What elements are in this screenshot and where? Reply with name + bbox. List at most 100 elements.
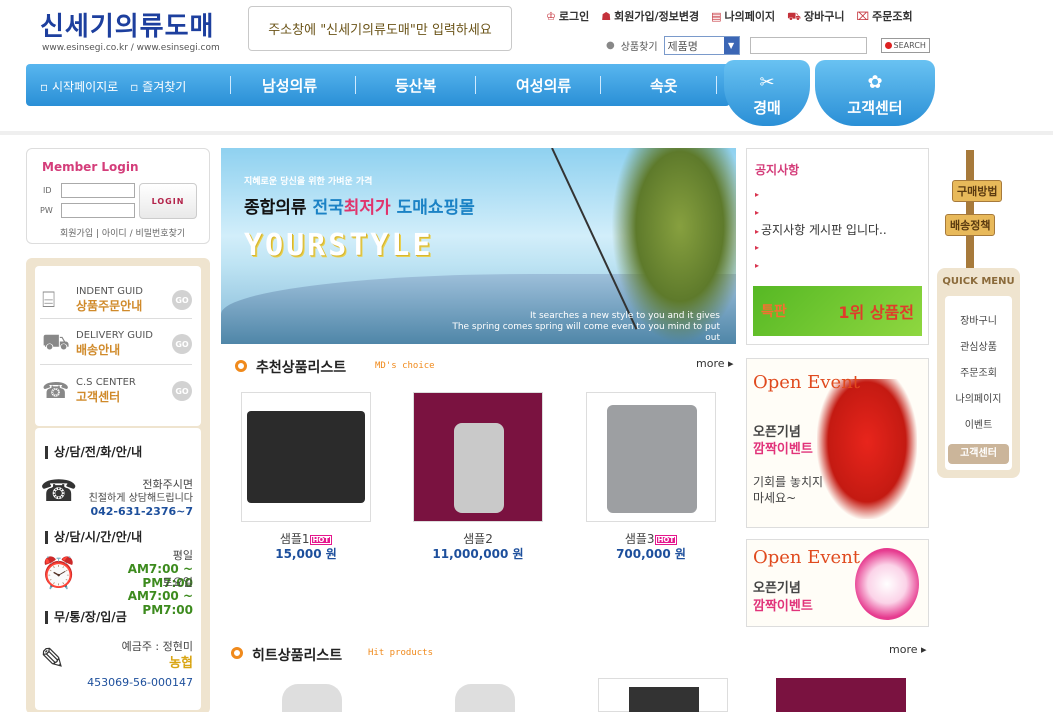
- nav-men[interactable]: 남성의류: [262, 75, 317, 96]
- nav-bookmark[interactable]: ▫ 즐겨찾기: [130, 78, 186, 95]
- search-row: ● 상품찾기 제품명 ▼ SEARCH: [606, 36, 930, 55]
- notice-item[interactable]: ▸: [755, 239, 761, 253]
- phone-number: 042-631-2376~7: [90, 505, 193, 518]
- notice-item[interactable]: ▸: [755, 257, 761, 271]
- product-shape: [454, 423, 504, 513]
- product-price: 15,000 원: [275, 547, 337, 561]
- nav-divider: [475, 76, 476, 94]
- phone-icon: ☎: [42, 378, 70, 404]
- hot-badge: HOT: [309, 534, 333, 545]
- more-label: more: [889, 643, 918, 656]
- hit-product-image[interactable]: [598, 678, 728, 712]
- tab-auction-label: 경매: [753, 99, 781, 117]
- weekday-label: 평일: [172, 549, 193, 562]
- promo-left: 특판: [761, 304, 787, 320]
- quick-item-wishlist[interactable]: 관심상품: [945, 338, 1012, 353]
- quick-item-event[interactable]: 이벤트: [945, 416, 1012, 431]
- sign-how-to-buy[interactable]: 구매방법: [952, 180, 1003, 202]
- guide-en: DELIVERY GUID: [76, 330, 154, 341]
- promo-right: 1위 상품전: [838, 303, 914, 322]
- guide-en: INDENT GUID: [76, 286, 143, 297]
- nav-utility: ▫ 시작페이지로 ▫ 즐겨찾기: [40, 78, 186, 95]
- headline-part: 도매쇼핑몰: [390, 198, 475, 218]
- guide-item-delivery[interactable]: ⛟ DELIVERY GUID 배송안내 GO: [42, 330, 192, 358]
- sign-delivery-policy[interactable]: 배송정책: [945, 214, 996, 236]
- top-menu-order[interactable]: ⌧ 주문조회: [856, 8, 912, 25]
- tab-auction[interactable]: ✂ 경매: [724, 60, 810, 126]
- event-line: 깜짝이벤트: [753, 442, 813, 457]
- truck-icon: ⛟: [42, 330, 70, 355]
- product-image[interactable]: [586, 392, 716, 522]
- recommend-more-link[interactable]: more ▸: [696, 357, 734, 370]
- login-button[interactable]: LOGIN: [139, 183, 197, 219]
- id-field[interactable]: [61, 183, 135, 198]
- guide-item-cs[interactable]: ☎ C.S CENTER 고객센터 GO: [42, 377, 192, 405]
- jacket-image: [817, 379, 917, 519]
- headline-part: 전국: [312, 198, 344, 218]
- go-button[interactable]: GO: [172, 290, 192, 310]
- event-line: 마세요~: [753, 491, 797, 505]
- more-label: more: [696, 357, 725, 370]
- top-menu-mypage[interactable]: ▤ 나의페이지: [711, 8, 775, 25]
- product-shape: [607, 405, 697, 513]
- go-button[interactable]: GO: [172, 334, 192, 354]
- arrow-icon: ▸: [755, 261, 760, 270]
- nav-home[interactable]: ▫ 시작페이지로: [40, 78, 118, 95]
- login-links[interactable]: 회원가입 | 아이디 / 비밀번호찾기: [60, 226, 185, 239]
- header-divider: [0, 131, 1053, 135]
- account-number: 453069-56-000147: [87, 676, 193, 689]
- quick-item-cart[interactable]: 장바구니: [945, 312, 1012, 327]
- notice-item[interactable]: ▸: [755, 204, 761, 218]
- search-type-select[interactable]: 제품명 ▼: [663, 36, 740, 55]
- book-icon: ▤: [711, 10, 722, 23]
- notice-item[interactable]: ▸ 공지사항 게시판 입니다..: [755, 221, 887, 238]
- promo-banner[interactable]: 특판 1위 상품전: [753, 286, 922, 336]
- search-button-label: SEARCH: [893, 41, 926, 50]
- search-label: 상품찾기: [620, 42, 658, 53]
- top-menu-join[interactable]: ☗ 회원가입/정보변경: [601, 8, 699, 25]
- search-input[interactable]: [749, 37, 867, 54]
- password-field[interactable]: [61, 203, 135, 218]
- guide-kr: 고객센터: [76, 390, 121, 404]
- banner-headline: 종합의류 전국최저가 도매쇼핑몰: [244, 193, 475, 218]
- hit-more-link[interactable]: more ▸: [889, 643, 927, 656]
- address-notice: 주소창에 "신세기의류도매"만 입력하세요: [248, 6, 512, 51]
- notice-item[interactable]: ▸: [755, 186, 761, 200]
- event-title: Open Event: [753, 547, 861, 568]
- event-line: 오픈기념: [753, 425, 801, 440]
- hit-product-image[interactable]: [776, 678, 906, 712]
- clock-icon: ⏰: [40, 556, 78, 591]
- hit-product-image[interactable]: [282, 684, 342, 712]
- product-image[interactable]: [413, 392, 543, 522]
- tab-customer-center[interactable]: ✿ 고객센터: [815, 60, 935, 126]
- tv-icon: ⌸: [42, 287, 56, 313]
- go-button[interactable]: GO: [172, 381, 192, 401]
- guide-en: C.S CENTER: [76, 377, 136, 388]
- product-image[interactable]: [241, 392, 371, 522]
- nav-women[interactable]: 여성의류: [516, 75, 571, 96]
- top-menu-cart[interactable]: ⛟ 장바구니: [787, 8, 844, 25]
- hit-title: 히트상품리스트: [252, 648, 343, 664]
- notice-title[interactable]: 공지사항: [755, 161, 799, 178]
- quick-item-mypage[interactable]: 나의페이지: [945, 390, 1012, 405]
- quick-item-order[interactable]: 주문조회: [945, 364, 1012, 379]
- pw-label: PW: [40, 206, 53, 215]
- guide-text: DELIVERY GUID 배송안내: [76, 330, 172, 358]
- nav-hiking[interactable]: 등산복: [395, 75, 436, 96]
- banner-subtitle: 지혜로운 당신을 위한 가벼운 가격: [244, 177, 373, 187]
- top-menu-label: 장바구니: [803, 10, 845, 23]
- sign-post: [966, 150, 974, 270]
- top-menu-label: 회원가입/정보변경: [614, 10, 700, 23]
- nav-divider: [600, 76, 601, 94]
- quick-customer-center-button[interactable]: 고객센터: [948, 444, 1009, 464]
- divider: [40, 318, 192, 319]
- hit-product-image[interactable]: [455, 684, 515, 712]
- nav-underwear[interactable]: 속옷: [650, 75, 678, 96]
- alarm-clock-icon: [855, 548, 919, 620]
- event-line: 깜짝이벤트: [753, 599, 813, 614]
- search-button[interactable]: SEARCH: [880, 38, 930, 53]
- logo-title[interactable]: 신세기의류도매: [40, 6, 214, 43]
- top-menu-login[interactable]: ♔ 로그인: [546, 8, 589, 25]
- banner-english-2: The spring comes spring will come even t…: [452, 322, 720, 343]
- guide-item-order[interactable]: ⌸ INDENT GUID 상품주문안내 GO: [42, 286, 192, 314]
